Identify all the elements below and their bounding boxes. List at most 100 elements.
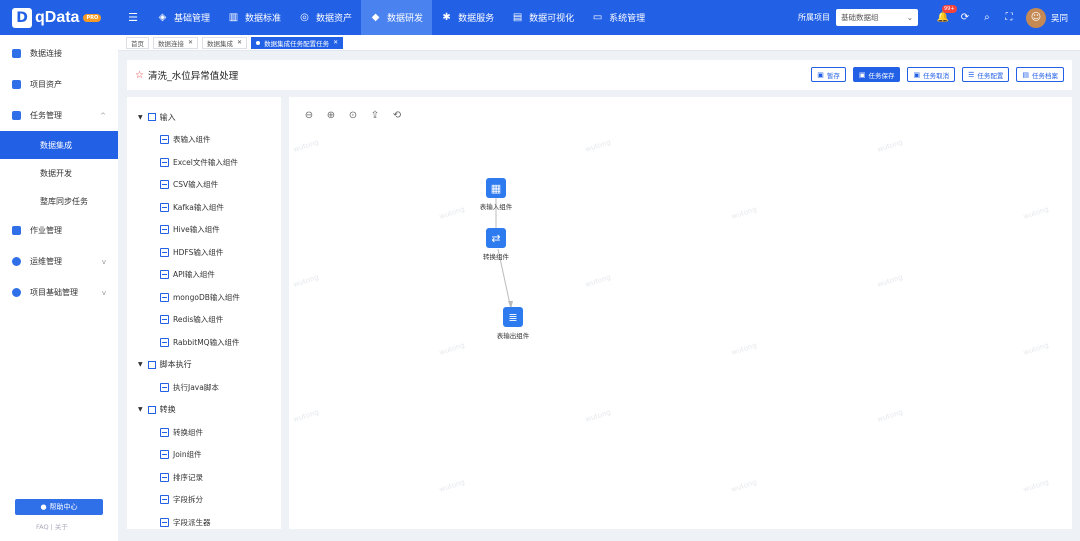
nav-label: 基础管理: [174, 14, 211, 24]
flow-edges: [495, 198, 513, 310]
button-label: 任务档案: [1032, 71, 1058, 80]
nav-label: 数据资产: [316, 14, 353, 24]
tree-item-hive-input[interactable]: Hive输入组件: [127, 223, 281, 237]
tab-home[interactable]: 首页: [126, 36, 149, 49]
tree-item-label: 字段派生器: [173, 517, 211, 527]
caret-down-icon[interactable]: ▼: [138, 114, 143, 121]
help-label: 帮助中心: [49, 503, 78, 511]
tree-item-label: 表输入组件: [173, 135, 211, 144]
tree-item-api-input[interactable]: API输入组件: [127, 268, 281, 282]
sidebar-item-asset[interactable]: 项目资产: [0, 69, 118, 100]
username[interactable]: 吴同: [1051, 12, 1068, 24]
sidebar-item-label: 项目基础管理: [30, 288, 78, 297]
tree-item-java-script[interactable]: 执行Java脚本: [127, 380, 281, 394]
tree-item-join[interactable]: Join组件: [127, 448, 281, 462]
tab-task-config[interactable]: 数据集成任务配置任务 ✕: [251, 36, 344, 49]
caret-down-icon[interactable]: ▼: [138, 406, 143, 413]
top-right-tools: 所属项目 基础数据组 ⌄ 🔔 99+ ⟳ ⌕ ⛶ ☺ 吴同: [798, 0, 1080, 35]
notification-icon[interactable]: 🔔 99+: [937, 4, 957, 24]
archive-task-button[interactable]: ▤ 任务档案: [1016, 67, 1064, 82]
nav-item-visual[interactable]: ▤ 数据可视化: [503, 0, 583, 35]
tree-group-script[interactable]: ▼ 脚本执行: [127, 358, 281, 372]
caret-down-icon[interactable]: ▼: [138, 361, 143, 368]
node-table-output[interactable]: ≣ 表输出组件: [489, 307, 537, 340]
close-icon[interactable]: ✕: [188, 39, 193, 46]
sidebar-sub-develop[interactable]: 数据开发: [0, 159, 118, 187]
node-table-input[interactable]: ▦ 表输入组件: [472, 178, 520, 211]
sidebar-item-ops[interactable]: 运维管理 v: [0, 246, 118, 277]
tree-item-label: 字段拆分: [173, 495, 203, 504]
tree-item-transform[interactable]: 转换组件: [127, 425, 281, 439]
tree-item-label: Hive输入组件: [173, 225, 220, 234]
close-icon[interactable]: ✕: [333, 39, 338, 46]
refresh-icon[interactable]: ⟳: [959, 12, 971, 24]
star-icon: ☆: [135, 69, 144, 81]
api-icon: [160, 270, 169, 279]
close-icon[interactable]: ✕: [237, 39, 242, 46]
sidebar-sub-integration[interactable]: 数据集成: [0, 131, 118, 159]
tree-item-redis-input[interactable]: Redis输入组件: [127, 313, 281, 327]
sort-icon: [160, 472, 169, 482]
tree-group-input[interactable]: ▼ 输入: [127, 110, 281, 124]
tab-connection[interactable]: 数据连接 ✕: [153, 36, 199, 49]
tree-item-table-input[interactable]: 表输入组件: [127, 133, 281, 147]
sidebar-item-project[interactable]: 项目基础管理 v: [0, 277, 118, 308]
component-tree: ▼ 输入 表输入组件 Excel文件输入组件 CSV输入组件 Kafka输入组件 …: [127, 97, 281, 529]
node-transform[interactable]: ⇄ 转换组件: [472, 228, 520, 261]
save-icon: ▣: [858, 70, 866, 79]
help-center-button[interactable]: ● 帮助中心: [15, 499, 103, 515]
tree-item-hdfs-input[interactable]: HDFS输入组件: [127, 245, 281, 259]
nav-item-system[interactable]: ▭ 系统管理: [583, 0, 654, 35]
nav-label: 系统管理: [609, 14, 646, 24]
node-label: 表输入组件: [479, 203, 513, 211]
sidebar-sub-sync[interactable]: 整库同步任务: [0, 187, 118, 215]
draft-button[interactable]: ▣ 暂存: [811, 67, 846, 82]
sidebar: 数据连接 项目资产 任务管理 ^ 数据集成 数据开发 整库同步任务 作业管理 运维…: [0, 35, 118, 541]
search-icon[interactable]: ⌕: [981, 12, 993, 24]
box-icon: ◆: [371, 12, 380, 23]
mongodb-icon: [160, 292, 169, 302]
tree-item-csv-input[interactable]: CSV输入组件: [127, 178, 281, 192]
nav-item-service[interactable]: ✱ 数据服务: [432, 0, 503, 35]
save-task-button[interactable]: ▣ 任务保存: [852, 67, 901, 82]
tree-item-sort[interactable]: 排序记录: [127, 470, 281, 484]
avatar[interactable]: ☺: [1025, 7, 1046, 28]
tree-item-label: 执行Java脚本: [173, 382, 219, 392]
nav-item-standard[interactable]: ▥ 数据标准: [219, 0, 290, 35]
project-select[interactable]: 基础数据组 ⌄: [835, 9, 918, 26]
flow-canvas[interactable]: ⊖ ⊕ ⊙ ⇪ ⟲ wutong wutong wutong wutong wu…: [289, 97, 1072, 529]
script-icon: [147, 360, 156, 369]
notification-badge: 99+: [941, 4, 957, 13]
tree-item-label: mongoDB输入组件: [173, 292, 240, 302]
node-label: 表输出组件: [496, 332, 530, 340]
cancel-task-button[interactable]: ▣ 任务取消: [907, 67, 956, 82]
nav-item-develop[interactable]: ◆ 数据研发: [361, 0, 433, 35]
table-icon: [160, 135, 169, 144]
monitor-icon: ▭: [592, 12, 603, 23]
menu-toggle-icon[interactable]: ☰: [122, 0, 144, 35]
tab-integration[interactable]: 数据集成 ✕: [202, 36, 248, 49]
active-dot-icon: [256, 40, 261, 45]
config-task-button[interactable]: ☰ 任务配置: [962, 67, 1010, 82]
fullscreen-icon[interactable]: ⛶: [1003, 12, 1015, 24]
nav-item-asset[interactable]: ◎ 数据资产: [290, 0, 361, 35]
tree-item-split[interactable]: 字段拆分: [127, 493, 281, 507]
sidebar-item-job[interactable]: 作业管理: [0, 215, 118, 246]
page-title: 清洗_水位异常值处理: [147, 71, 239, 82]
tree-item-excel-input[interactable]: Excel文件输入组件: [127, 155, 281, 169]
sidebar-item-task[interactable]: 任务管理 ^: [0, 100, 118, 131]
tree-group-transform[interactable]: ▼ 转换: [127, 403, 281, 417]
derive-icon: [160, 517, 169, 527]
project-select-value: 基础数据组: [840, 13, 879, 22]
nav-label: 数据研发: [387, 14, 424, 24]
tree-item-rabbitmq-input[interactable]: RabbitMQ输入组件: [127, 335, 281, 349]
tree-item-mongodb-input[interactable]: mongoDB输入组件: [127, 290, 281, 304]
task-title-bar: ☆ 清洗_水位异常值处理 ▣ 暂存 ▣ 任务保存 ▣ 任务取消 ☰ 任务配置 ▤ 任务档案: [127, 60, 1072, 90]
sidebar-item-connection[interactable]: 数据连接: [0, 38, 118, 69]
tree-item-kafka-input[interactable]: Kafka输入组件: [127, 200, 281, 214]
nav-item-basic[interactable]: ◈ 基础管理: [148, 0, 219, 35]
tree-item-derive[interactable]: 字段派生器: [127, 515, 281, 529]
config-icon: ☰: [968, 70, 975, 79]
top-navbar: D qData PRO ☰ ◈ 基础管理 ▥ 数据标准 ◎ 数据资产 ◆ 数据研发 ✱ 数…: [0, 0, 1080, 35]
logo[interactable]: D qData PRO: [0, 0, 118, 35]
